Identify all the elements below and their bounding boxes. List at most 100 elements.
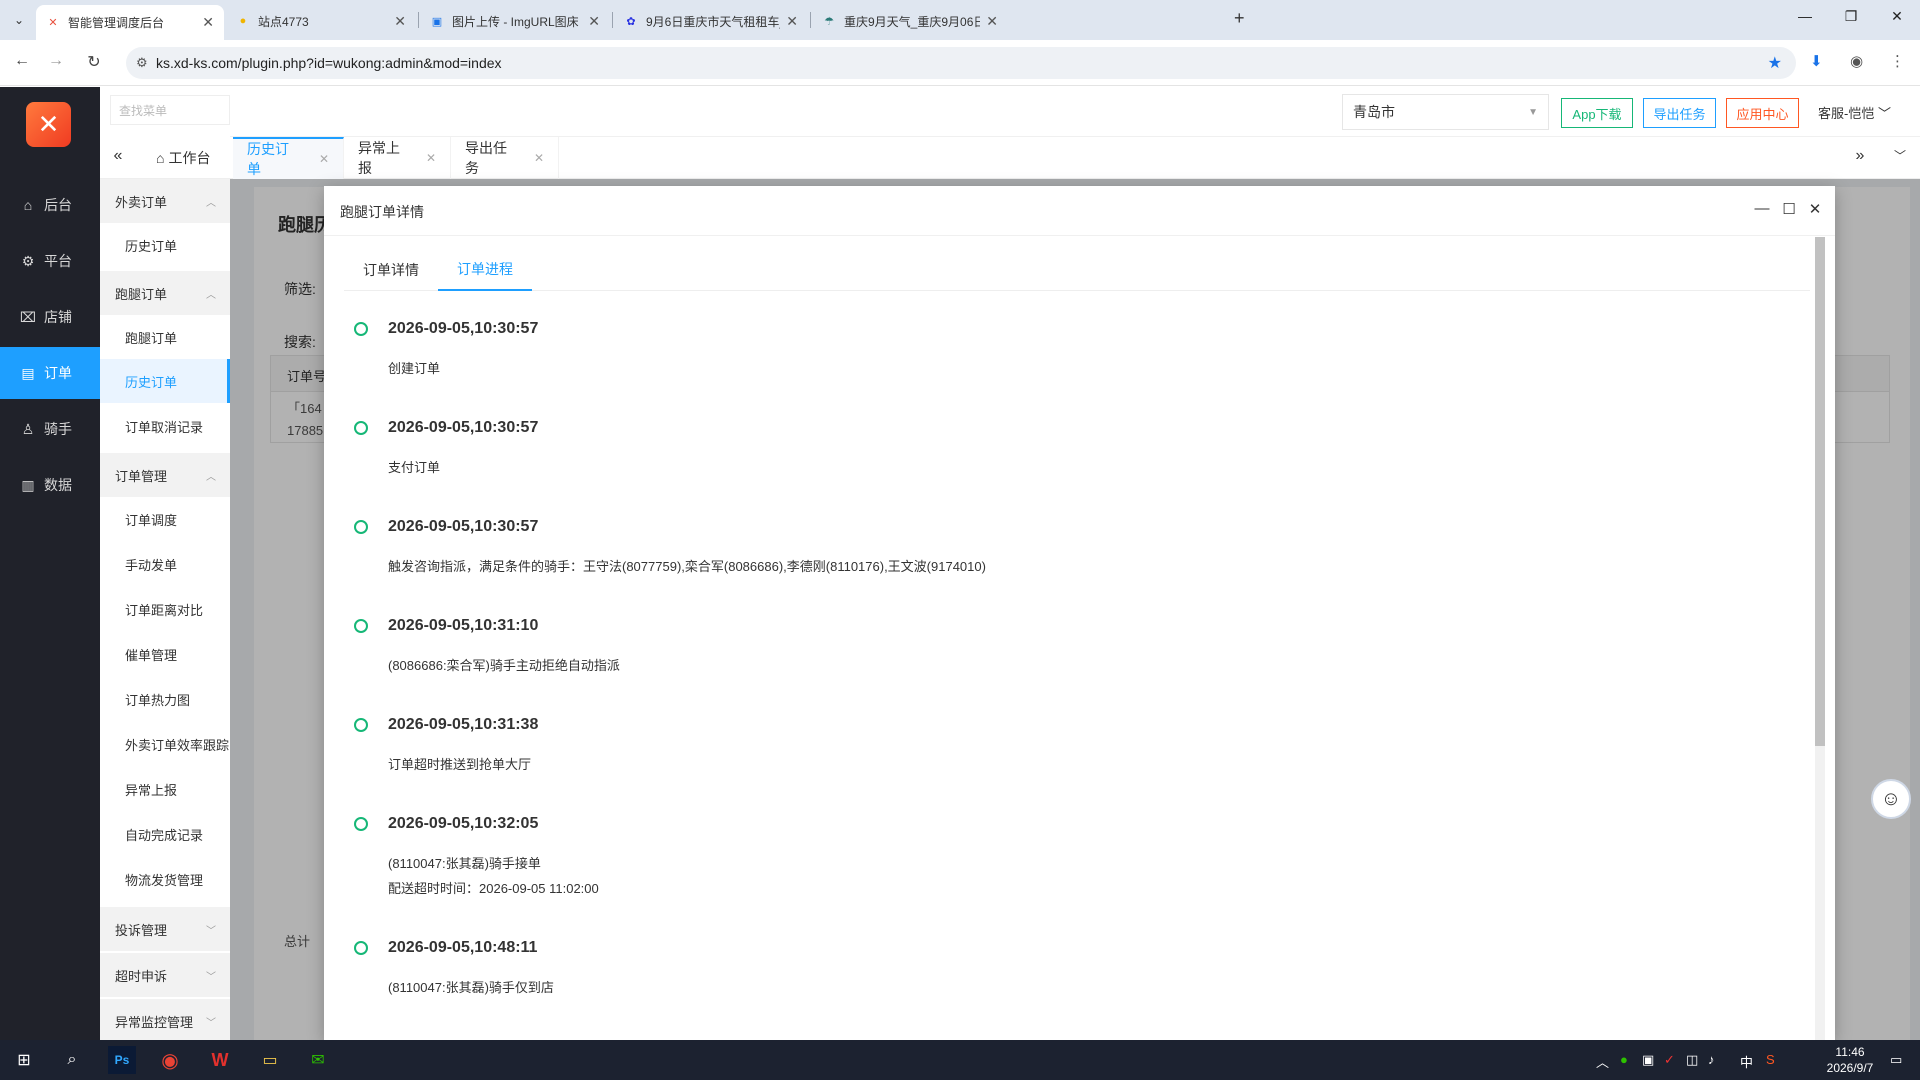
tray-expand-icon[interactable]: ︿ bbox=[1596, 1052, 1609, 1071]
profile-icon[interactable]: ◉ bbox=[1850, 52, 1863, 70]
leftnav-item-orders[interactable]: ▤ 订单 bbox=[0, 347, 100, 399]
close-window-icon[interactable]: ✕ bbox=[1882, 8, 1912, 25]
tab-order-detail[interactable]: 订单详情 bbox=[344, 249, 438, 291]
site-info-icon[interactable]: ⚙ bbox=[136, 55, 148, 71]
leftnav-item-shop[interactable]: ⌧ 店铺 bbox=[0, 291, 100, 343]
city-select[interactable]: 青岛市 ▼ bbox=[1342, 94, 1549, 130]
close-tab-icon[interactable]: ✕ bbox=[202, 14, 214, 31]
submenu-group-takeaway[interactable]: 外卖订单 ︿ bbox=[100, 179, 230, 223]
browser-tab-3[interactable]: ✿ 9月6日重庆市天气租租车_百度 ✕ bbox=[614, 5, 808, 37]
tab-order-progress[interactable]: 订单进程 bbox=[438, 249, 532, 291]
submenu-item-active[interactable]: 历史订单 bbox=[100, 359, 230, 403]
chrome-icon[interactable]: ◉ bbox=[156, 1046, 184, 1074]
url-bar[interactable]: ⚙ ks.xd-ks.com/plugin.php?id=wukong:admi… bbox=[126, 47, 1796, 79]
leftnav-item-platform[interactable]: ⚙ 平台 bbox=[0, 235, 100, 287]
notification-icon[interactable]: ▭ bbox=[1890, 1052, 1902, 1068]
submenu-item[interactable]: 异常上报 bbox=[100, 767, 230, 811]
bookmark-star-icon[interactable]: ★ bbox=[1768, 53, 1782, 73]
tray-ime-label[interactable]: 中 bbox=[1740, 1052, 1753, 1071]
submenu-item[interactable]: 自动完成记录 bbox=[100, 812, 230, 856]
tray-security-icon[interactable]: ✓ bbox=[1664, 1052, 1675, 1068]
forward-arrow-icon[interactable]: → bbox=[44, 52, 68, 70]
submenu-group-errand[interactable]: 跑腿订单 ︿ bbox=[100, 271, 230, 315]
tray-volume-icon[interactable]: ♪ bbox=[1708, 1052, 1715, 1067]
timeline-desc: (8110047:张其磊)骑手仅到店 bbox=[388, 980, 554, 995]
submenu-item[interactable]: 手动发单 bbox=[100, 542, 230, 586]
submenu-item[interactable]: 订单热力图 bbox=[100, 677, 230, 721]
timeline-time: 2026-09-05,10:31:38 bbox=[388, 716, 539, 733]
scrollbar-thumb[interactable] bbox=[1815, 237, 1825, 746]
app-center-button[interactable]: 应用中心 bbox=[1726, 98, 1799, 128]
minimize-icon[interactable]: — bbox=[1790, 8, 1820, 24]
tab-history-orders[interactable]: 历史订单 ✕ bbox=[233, 137, 344, 179]
close-tab-icon[interactable]: ✕ bbox=[786, 13, 798, 30]
submenu-item[interactable]: 物流发货管理 bbox=[100, 857, 230, 901]
submenu-item[interactable]: 催单管理 bbox=[100, 632, 230, 676]
taskbar-clock[interactable]: 11:46 2026/9/7 bbox=[1810, 1044, 1890, 1076]
support-avatar-icon[interactable]: ☺ bbox=[1871, 779, 1911, 819]
tab-label: 导出任务 bbox=[465, 140, 507, 176]
leftnav-item-riders[interactable]: ♙ 骑手 bbox=[0, 403, 100, 455]
submenu-item[interactable]: 跑腿订单 bbox=[100, 315, 230, 359]
timeline-desc: (8110047:张其磊)骑手接单 配送超时时间：2026-09-05 11:0… bbox=[388, 851, 1774, 901]
tabs-menu-chevron-icon[interactable]: ﹀ bbox=[1888, 147, 1912, 164]
download-icon[interactable]: ⬇ bbox=[1810, 52, 1823, 70]
submenu-item[interactable]: 订单调度 bbox=[100, 497, 230, 541]
reload-icon[interactable]: ↻ bbox=[82, 52, 106, 72]
tab-export-task[interactable]: 导出任务 ✕ bbox=[451, 137, 559, 179]
minimize-icon[interactable]: — bbox=[1752, 200, 1772, 217]
back-arrow-icon[interactable]: ← bbox=[10, 52, 34, 70]
tabs-scroll-left-icon[interactable]: « bbox=[106, 147, 130, 165]
timeline-dot bbox=[354, 322, 368, 336]
submenu-group-complaints[interactable]: 投诉管理 ﹀ bbox=[100, 907, 230, 951]
user-menu[interactable]: 客服-恺恺 ﹀ bbox=[1818, 103, 1891, 122]
maximize-icon[interactable]: ☐ bbox=[1779, 200, 1799, 218]
browser-tab-title: 智能管理调度后台 bbox=[68, 16, 165, 30]
tray-sogou-icon[interactable]: S bbox=[1766, 1052, 1775, 1067]
submenu-item[interactable]: 订单距离对比 bbox=[100, 587, 230, 631]
search-icon[interactable]: ⌕ bbox=[58, 1046, 86, 1074]
tabs-scroll-right-icon[interactable]: » bbox=[1848, 147, 1872, 165]
leftnav-item-data[interactable]: ▥ 数据 bbox=[0, 459, 100, 511]
tray-wechat-icon[interactable]: ● bbox=[1620, 1052, 1628, 1067]
browser-tab-0[interactable]: ✕ 智能管理调度后台 ✕ bbox=[36, 5, 224, 40]
tab-workbench[interactable]: ⌂ 工作台 bbox=[142, 137, 244, 179]
submenu-item[interactable]: 外卖订单效率跟踪 bbox=[100, 722, 230, 766]
submenu-item[interactable]: 历史订单 bbox=[100, 223, 230, 267]
wechat-icon[interactable]: ✉ bbox=[304, 1046, 332, 1074]
close-tab-icon[interactable]: ✕ bbox=[588, 13, 600, 30]
windows-start-icon[interactable]: ⊞ bbox=[10, 1046, 38, 1074]
submenu-group-monitor[interactable]: 异常监控管理 ﹀ bbox=[100, 999, 230, 1043]
timeline-desc-line: 配送超时时间：2026-09-05 11:02:00 bbox=[388, 881, 599, 896]
browser-tab-1[interactable]: ● 站点4773 ✕ bbox=[226, 5, 416, 37]
close-icon[interactable]: ✕ bbox=[1805, 200, 1825, 218]
close-icon[interactable]: ✕ bbox=[534, 151, 544, 165]
close-tab-icon[interactable]: ✕ bbox=[394, 13, 406, 30]
tray-network-icon[interactable]: ◫ bbox=[1686, 1052, 1698, 1068]
tray-app-icon[interactable]: ▣ bbox=[1642, 1052, 1654, 1068]
app-download-button[interactable]: App下载 bbox=[1561, 98, 1633, 128]
leftnav-item-backend[interactable]: ⌂ 后台 bbox=[0, 179, 100, 231]
restore-icon[interactable]: ❐ bbox=[1836, 8, 1866, 25]
submenu-group-timeout[interactable]: 超时申诉 ﹀ bbox=[100, 953, 230, 997]
browser-tab-2[interactable]: ▣ 图片上传 - ImgURL图床 ✕ bbox=[420, 5, 610, 37]
timeline-dot bbox=[354, 520, 368, 534]
tab-exception-report[interactable]: 异常上报 ✕ bbox=[344, 137, 451, 179]
wps-icon[interactable]: W bbox=[206, 1046, 234, 1074]
close-icon[interactable]: ✕ bbox=[426, 151, 436, 165]
close-icon[interactable]: ✕ bbox=[319, 152, 329, 166]
new-tab-plus-icon[interactable]: + bbox=[1234, 8, 1245, 29]
file-explorer-icon[interactable]: ▭ bbox=[256, 1046, 284, 1074]
menu-search-input[interactable]: 查找菜单 bbox=[110, 95, 230, 125]
browser-tab-4[interactable]: ☂ 重庆9月天气_重庆9月06日天气 ✕ bbox=[812, 5, 1008, 37]
browser-tab-title: 重庆9月天气_重庆9月06日天气 bbox=[844, 14, 981, 29]
photoshop-icon[interactable]: Ps bbox=[108, 1046, 136, 1074]
more-menu-icon[interactable]: ⋮ bbox=[1890, 52, 1905, 70]
export-task-button[interactable]: 导出任务 bbox=[1643, 98, 1716, 128]
browser-tabbar: ⌄ ✕ 智能管理调度后台 ✕ ● 站点4773 ✕ ▣ 图片上传 - ImgUR… bbox=[0, 0, 1920, 40]
close-tab-icon[interactable]: ✕ bbox=[986, 13, 998, 30]
submenu-item[interactable]: 订单取消记录 bbox=[100, 404, 230, 448]
modal-scrollbar[interactable] bbox=[1815, 237, 1825, 1040]
submenu-group-order-mgmt[interactable]: 订单管理 ︿ bbox=[100, 453, 230, 497]
tab-search-chevron-icon[interactable]: ⌄ bbox=[8, 9, 30, 31]
